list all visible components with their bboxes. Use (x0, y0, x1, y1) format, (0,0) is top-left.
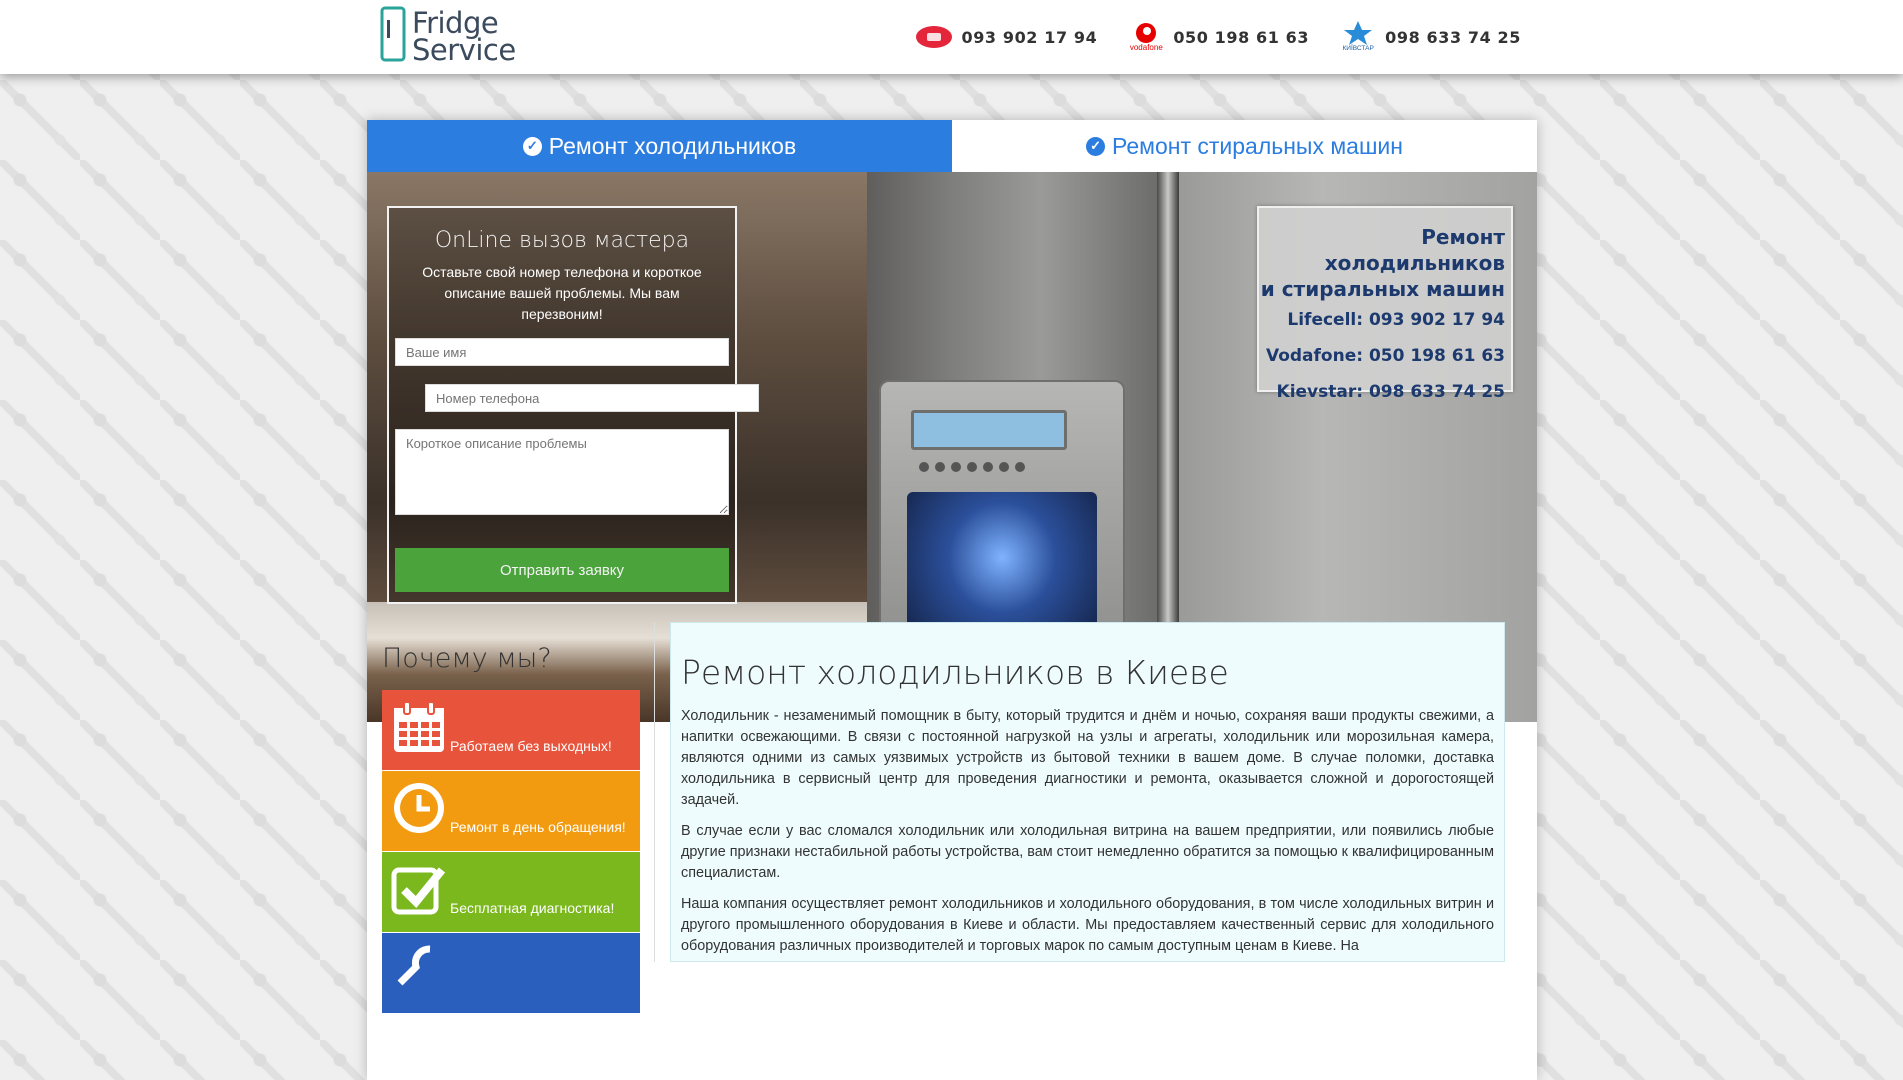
tab-fridge-repair[interactable]: ✓ Ремонт холодильников (367, 120, 952, 172)
feature-free-diagnostics: Бесплатная диагностика! (382, 852, 640, 932)
tab-label: Ремонт стиральных машин (1112, 132, 1403, 159)
feature-label: Бесплатная диагностика! (450, 900, 615, 916)
feature-same-day-repair: Ремонт в день обращения! (382, 771, 640, 851)
vodafone-logo-icon: vodafone (1127, 22, 1165, 52)
contact-info-box: Ремонт холодильников и стиральных машин … (1257, 206, 1513, 402)
phone-input[interactable] (425, 384, 759, 412)
contact-title-line2: и стиральных машин (1260, 277, 1505, 301)
phone-kyivstar[interactable]: КИЇВСТАР 098 633 74 25 (1339, 20, 1521, 54)
lifecell-logo-icon (916, 26, 953, 48)
logo-word-service: Service (412, 33, 516, 67)
submit-request-button[interactable]: Отправить заявку (395, 548, 729, 592)
feature-warranty (382, 933, 640, 1013)
contact-title: Ремонт холодильников и стиральных машин (1259, 224, 1505, 302)
name-input[interactable] (395, 338, 729, 366)
column-divider (654, 622, 655, 962)
service-tabs: ✓ Ремонт холодильников ✓ Ремонт стиральн… (367, 120, 1537, 172)
feature-label: Работаем без выходных! (450, 738, 612, 754)
phone-vodafone[interactable]: vodafone 050 198 61 63 (1127, 22, 1309, 52)
why-us-heading: Почему мы? (382, 643, 552, 674)
kyivstar-star-icon: КИЇВСТАР (1339, 20, 1377, 54)
phone-lifecell[interactable]: 093 902 17 94 (915, 25, 1097, 49)
wrench-icon (397, 945, 431, 986)
site-header: Fridge Service 093 902 17 94 vodafone 05… (0, 0, 1903, 74)
checkmark-icon (391, 867, 446, 915)
article-paragraph: Наша компания осуществляет ремонт холоди… (681, 896, 1494, 954)
dispenser-display (911, 410, 1067, 450)
clock-icon (394, 783, 444, 833)
phone-number-lifecell[interactable]: 093 902 17 94 (961, 28, 1097, 47)
form-title: OnLine вызов мастера (434, 228, 690, 253)
contact-kyivstar[interactable]: Kievstar: 098 633 74 25 (1259, 374, 1505, 410)
feature-label: Ремонт в день обращения! (450, 819, 626, 835)
check-circle-icon: ✓ (1086, 136, 1106, 156)
article-title: Ремонт холодильников в Киеве (681, 653, 1229, 692)
article-paragraph: Холодильник - незаменимый помощник в быт… (681, 708, 1494, 808)
contact-vodafone[interactable]: Vodafone: 050 198 61 63 (1259, 338, 1505, 374)
logo-text: Fridge Service (412, 9, 516, 67)
phone-number-vodafone[interactable]: 050 198 61 63 (1173, 28, 1309, 47)
contact-lifecell[interactable]: Lifecell: 093 902 17 94 (1259, 302, 1505, 338)
article-content: Ремонт холодильников в Киеве Холодильник… (670, 622, 1505, 962)
tab-label: Ремонт холодильников (548, 132, 797, 159)
tab-washing-machine-repair[interactable]: ✓ Ремонт стиральных машин (952, 120, 1537, 172)
feature-no-days-off: Работаем без выходных! (382, 690, 640, 770)
article-paragraph: В случае если у вас сломался холодильник… (681, 823, 1494, 881)
callback-form: OnLine вызов мастера Оставьте свой номер… (387, 206, 759, 604)
header-phones: 093 902 17 94 vodafone 050 198 61 63 КИЇ… (885, 20, 1521, 54)
contact-title-line1: Ремонт холодильников (1324, 225, 1505, 275)
form-description: Оставьте свой номер телефона и короткое … (422, 264, 702, 322)
phone-number-kyivstar[interactable]: 098 633 74 25 (1385, 28, 1521, 47)
kyivstar-logo-label: КИЇВСТАР (1342, 45, 1374, 52)
problem-description-textarea[interactable] (395, 429, 729, 515)
vodafone-logo-label: vodafone (1129, 43, 1163, 52)
dispenser-buttons (919, 462, 1025, 472)
fridge-service-logo[interactable]: Fridge Service (380, 6, 520, 67)
check-circle-icon: ✓ (522, 136, 542, 156)
fridge-logo-icon (380, 6, 406, 62)
calendar-icon (394, 701, 444, 752)
